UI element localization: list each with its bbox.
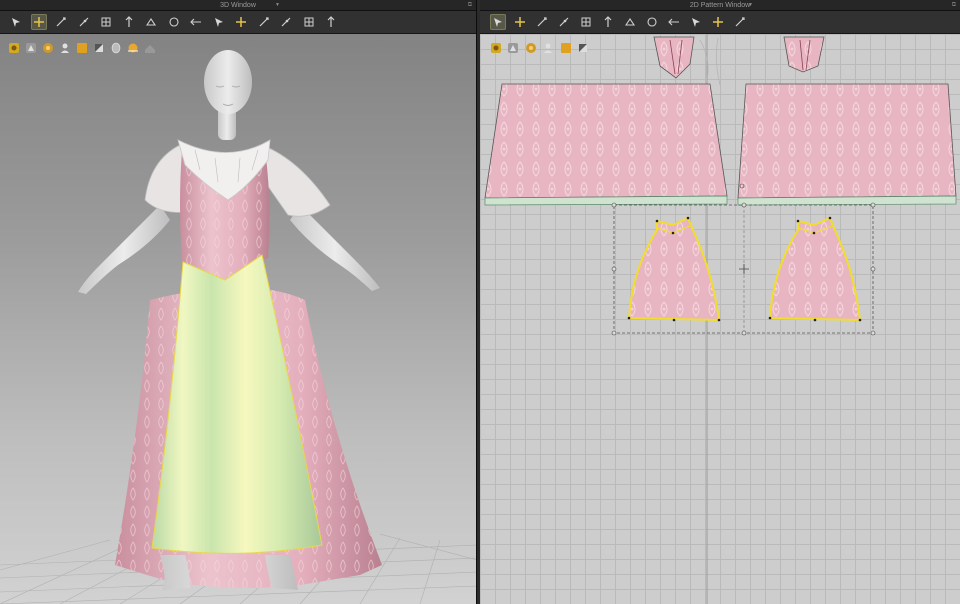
steam-icon[interactable] bbox=[211, 14, 227, 30]
edit-curve-icon[interactable] bbox=[512, 14, 528, 30]
pin-icon[interactable] bbox=[98, 14, 114, 30]
free-sewing-icon[interactable] bbox=[666, 14, 682, 30]
viewport-3d[interactable] bbox=[0, 34, 476, 604]
tuck-icon[interactable] bbox=[301, 14, 317, 30]
tape-icon[interactable] bbox=[256, 14, 272, 30]
window-2d-undock-icon[interactable]: ⧉ bbox=[952, 0, 956, 11]
cut-icon[interactable] bbox=[278, 14, 294, 30]
transform-pattern-icon[interactable] bbox=[490, 14, 506, 30]
window-3d-title: 3D Window bbox=[220, 2, 256, 9]
mesh-grid-icon[interactable] bbox=[166, 14, 182, 30]
window-2d-toolbar bbox=[480, 11, 960, 34]
pattern-bodice-back bbox=[783, 36, 825, 73]
polygon-icon[interactable] bbox=[534, 14, 550, 30]
clo3d-app: 3D Window ▼ ⧉ 2D Pattern Window ▼ ⧉ bbox=[0, 0, 960, 604]
pattern-skirt-back bbox=[737, 83, 957, 199]
window-3d-titlebar: 3D Window ▼ ⧉ bbox=[0, 0, 476, 11]
window-2d-title: 2D Pattern Window bbox=[689, 2, 751, 9]
window-3d-toolbar bbox=[0, 11, 476, 34]
edit-sewing-icon[interactable] bbox=[710, 14, 726, 30]
select-mesh-icon[interactable] bbox=[8, 14, 24, 30]
3d-scene bbox=[0, 50, 476, 604]
rectangle-icon[interactable] bbox=[556, 14, 572, 30]
window-2d-dropdown-icon[interactable]: ▼ bbox=[748, 0, 753, 11]
garment-icon[interactable] bbox=[732, 14, 748, 30]
head bbox=[204, 50, 252, 114]
pattern-bodice-front bbox=[653, 36, 695, 79]
pattern-skirt-front bbox=[484, 83, 728, 199]
transform-center-icon bbox=[739, 264, 749, 274]
window-2d: 2D Pattern Window ▼ ⧉ bbox=[480, 0, 960, 604]
sewing-icon[interactable] bbox=[76, 14, 92, 30]
arrangement-point-icon[interactable] bbox=[143, 14, 159, 30]
seam-icon[interactable] bbox=[600, 14, 616, 30]
move-arrow-icon[interactable] bbox=[30, 14, 47, 30]
segment-sewing-icon[interactable] bbox=[644, 14, 660, 30]
right-sleeve bbox=[259, 144, 331, 217]
fold-icon[interactable] bbox=[188, 14, 204, 30]
measure-icon[interactable] bbox=[233, 14, 249, 30]
window-3d-dropdown-icon[interactable]: ▼ bbox=[275, 0, 280, 11]
fold-arrange-icon[interactable] bbox=[121, 14, 137, 30]
edit-point-icon[interactable] bbox=[53, 14, 69, 30]
dart-icon[interactable] bbox=[622, 14, 638, 30]
sewing-line-icon[interactable] bbox=[323, 14, 339, 30]
window-3d: 3D Window ▼ ⧉ bbox=[0, 0, 477, 604]
left-arm bbox=[78, 205, 170, 294]
window-3d-undock-icon[interactable]: ⧉ bbox=[468, 0, 472, 11]
fold-sewing-icon[interactable] bbox=[688, 14, 704, 30]
viewport-2d[interactable] bbox=[480, 34, 960, 604]
internal-line-icon[interactable] bbox=[578, 14, 594, 30]
pattern-canvas bbox=[484, 34, 957, 604]
right-arm bbox=[290, 205, 380, 291]
window-2d-titlebar: 2D Pattern Window ▼ ⧉ bbox=[480, 0, 960, 11]
